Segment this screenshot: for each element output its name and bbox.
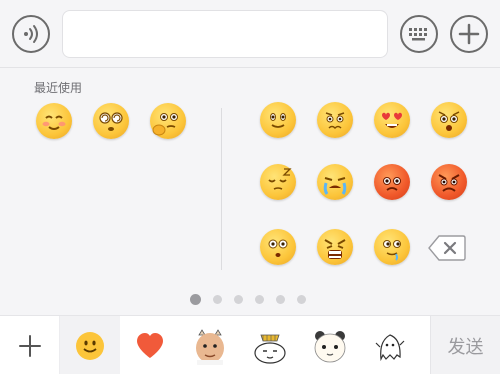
sticker-tab-bar: 发送	[0, 315, 500, 374]
input-bar	[0, 0, 500, 68]
page-dot[interactable]	[234, 294, 243, 304]
emoji-angry-red[interactable]	[374, 164, 410, 200]
keyboard-button[interactable]	[400, 15, 438, 53]
recent-divider	[221, 108, 222, 270]
smiley-face-icon	[76, 331, 104, 360]
emoji-screaming[interactable]	[317, 229, 353, 265]
page-indicator[interactable]	[190, 293, 306, 305]
tab-panda-sticker[interactable]	[300, 316, 360, 374]
plus-icon	[458, 23, 480, 45]
emoji-worried[interactable]	[317, 102, 353, 138]
emoji-heart-eyes[interactable]	[374, 102, 410, 138]
page-dot[interactable]	[297, 294, 306, 304]
recent-label: 最近使用	[34, 81, 83, 95]
emoji-smile[interactable]	[260, 102, 296, 138]
emoji-drooling[interactable]	[374, 229, 410, 265]
ghost-doodle-sticker-icon	[375, 333, 405, 361]
page-dot[interactable]	[213, 294, 222, 304]
delete-key[interactable]	[428, 235, 466, 261]
tab-bun-sticker[interactable]	[240, 316, 300, 374]
tab-emoji[interactable]	[60, 316, 120, 374]
page-dot[interactable]	[276, 294, 285, 304]
heart-icon	[137, 332, 163, 358]
message-input[interactable]	[62, 10, 388, 58]
emoji-dizzy-eyes[interactable]	[93, 103, 129, 139]
page-dot[interactable]	[190, 293, 201, 305]
emoji-sleepy[interactable]	[260, 164, 296, 200]
backspace-icon	[428, 235, 466, 261]
tab-baby-sticker[interactable]	[180, 316, 240, 374]
emoji-smile-blush[interactable]	[36, 103, 72, 139]
tab-ghost-sticker[interactable]	[360, 316, 420, 374]
page-dot[interactable]	[255, 294, 264, 304]
add-sticker-pack-button[interactable]	[0, 316, 60, 374]
plus-icon	[18, 334, 41, 357]
voice-wave-icon	[24, 25, 38, 43]
keyboard-icon	[409, 28, 427, 41]
bun-face-sticker-icon	[254, 334, 286, 364]
emoji-shocked[interactable]	[431, 102, 467, 138]
emoji-crying[interactable]	[317, 164, 353, 200]
send-button[interactable]: 发送	[430, 316, 500, 374]
emoji-scared[interactable]	[260, 229, 296, 265]
tab-favorites[interactable]	[120, 316, 180, 374]
emoji-thinking-hand[interactable]	[150, 103, 186, 139]
more-button[interactable]	[450, 15, 488, 53]
voice-button[interactable]	[12, 15, 50, 53]
emoji-furious-red[interactable]	[431, 164, 467, 200]
baby-face-sticker-icon	[196, 328, 224, 365]
panda-sticker-icon	[314, 330, 346, 362]
